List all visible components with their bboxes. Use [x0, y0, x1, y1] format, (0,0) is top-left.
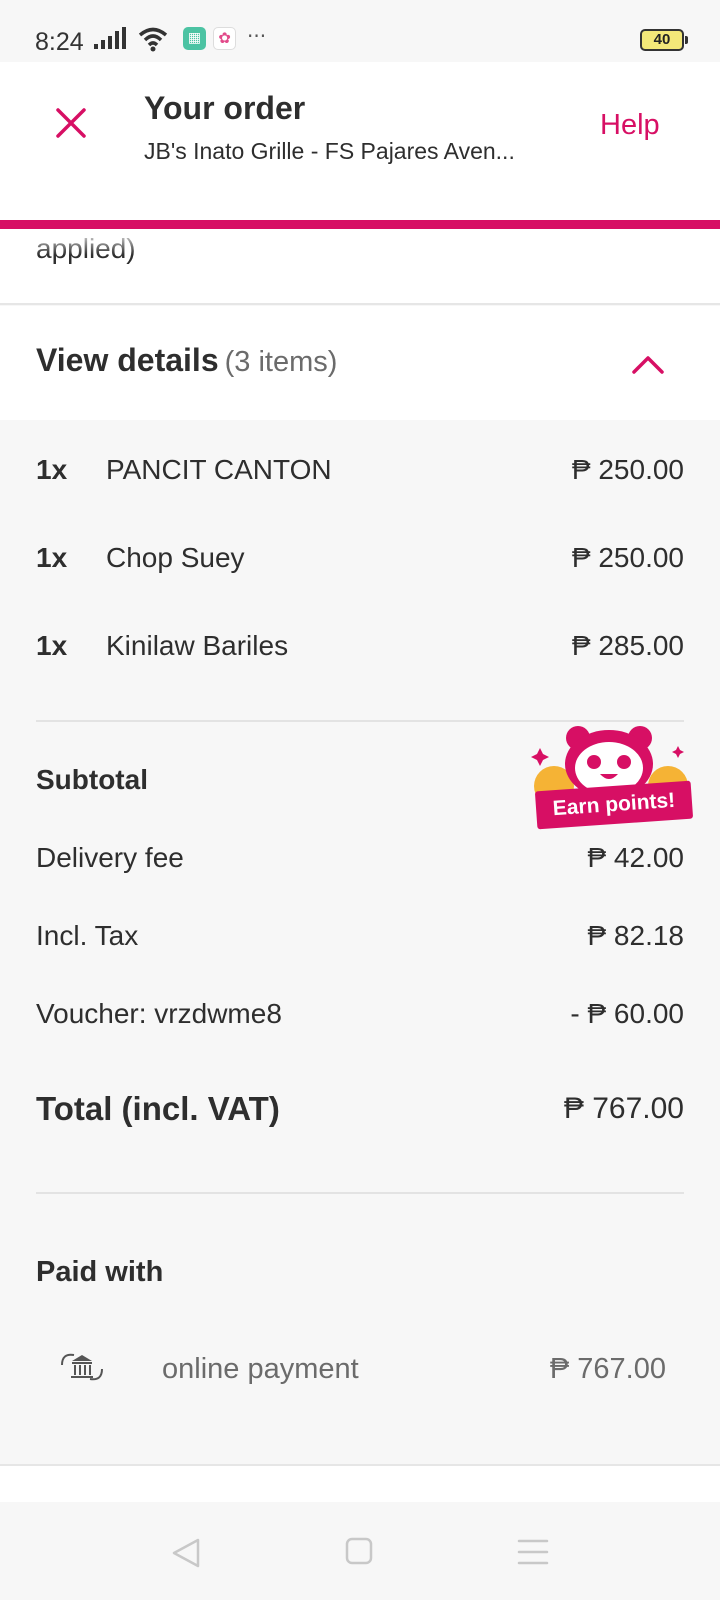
payment-method: online payment [162, 1353, 359, 1385]
close-icon[interactable] [48, 100, 94, 146]
item-price: ₱ 285.00 [571, 630, 684, 661]
voucher-label: Voucher: vrzdwme8 [36, 998, 282, 1029]
item-name: PANCIT CANTON [106, 454, 332, 485]
restaurant-name: JB's Inato Grille - FS Pajares Aven... [144, 138, 515, 164]
order-item-row: 1x PANCIT CANTON ₱ 250.00 [0, 454, 720, 504]
subtotal-label: Subtotal [36, 764, 148, 795]
calculator-app-icon: ▦ [183, 27, 206, 50]
view-details-label: View details [36, 342, 219, 378]
delivery-fee-value: ₱ 42.00 [587, 842, 684, 873]
scroll-fade [0, 229, 720, 255]
tax-value: ₱ 82.18 [587, 920, 684, 951]
recent-apps-icon[interactable] [516, 1536, 550, 1568]
item-count: (3 items) [224, 346, 338, 378]
order-item-row: 1x Kinilaw Bariles ₱ 285.00 [0, 630, 720, 680]
items-divider [36, 720, 684, 722]
signal-icon [94, 27, 126, 49]
voucher-value: - ₱ 60.00 [570, 998, 684, 1029]
status-bar: 8:24 ▦ ✿ ··· 40 [0, 0, 720, 62]
total-value: ₱ 767.00 [563, 1092, 684, 1125]
system-navigation-bar [0, 1502, 720, 1600]
item-quantity: 1x [36, 542, 68, 573]
back-icon[interactable] [170, 1536, 202, 1570]
view-details-title: View details (3 items) [36, 342, 337, 379]
tax-label: Incl. Tax [36, 920, 139, 951]
item-price: ₱ 250.00 [571, 454, 684, 485]
home-icon[interactable] [344, 1536, 374, 1566]
order-details-panel: 1x PANCIT CANTON ₱ 250.00 1x Chop Suey ₱… [0, 420, 720, 1466]
bank-icon [61, 1353, 103, 1381]
payment-amount: ₱ 767.00 [549, 1353, 666, 1385]
more-notifications-icon: ··· [247, 24, 267, 48]
order-progress-bar [0, 220, 720, 229]
order-item-row: 1x Chop Suey ₱ 250.00 [0, 542, 720, 592]
earn-points-badge[interactable]: Earn points! [528, 724, 694, 836]
total-divider [36, 1192, 684, 1194]
item-quantity: 1x [36, 630, 68, 661]
bottom-strip [0, 1466, 720, 1502]
wifi-icon [138, 27, 168, 52]
total-label: Total (incl. VAT) [36, 1090, 280, 1127]
item-quantity: 1x [36, 454, 68, 485]
item-name: Chop Suey [106, 542, 245, 573]
delivery-fee-label: Delivery fee [36, 842, 184, 873]
photos-app-icon: ✿ [213, 27, 236, 50]
battery-indicator: 40 [640, 29, 688, 51]
page-title: Your order [144, 90, 306, 126]
applied-note-section: applied) [0, 229, 720, 305]
status-time: 8:24 [35, 28, 84, 56]
item-price: ₱ 250.00 [571, 542, 684, 573]
chevron-up-icon[interactable] [628, 344, 668, 384]
view-details-toggle[interactable]: View details (3 items) [0, 306, 720, 420]
help-link[interactable]: Help [600, 109, 660, 142]
item-name: Kinilaw Bariles [106, 630, 289, 661]
paid-with-heading: Paid with [36, 1256, 164, 1288]
